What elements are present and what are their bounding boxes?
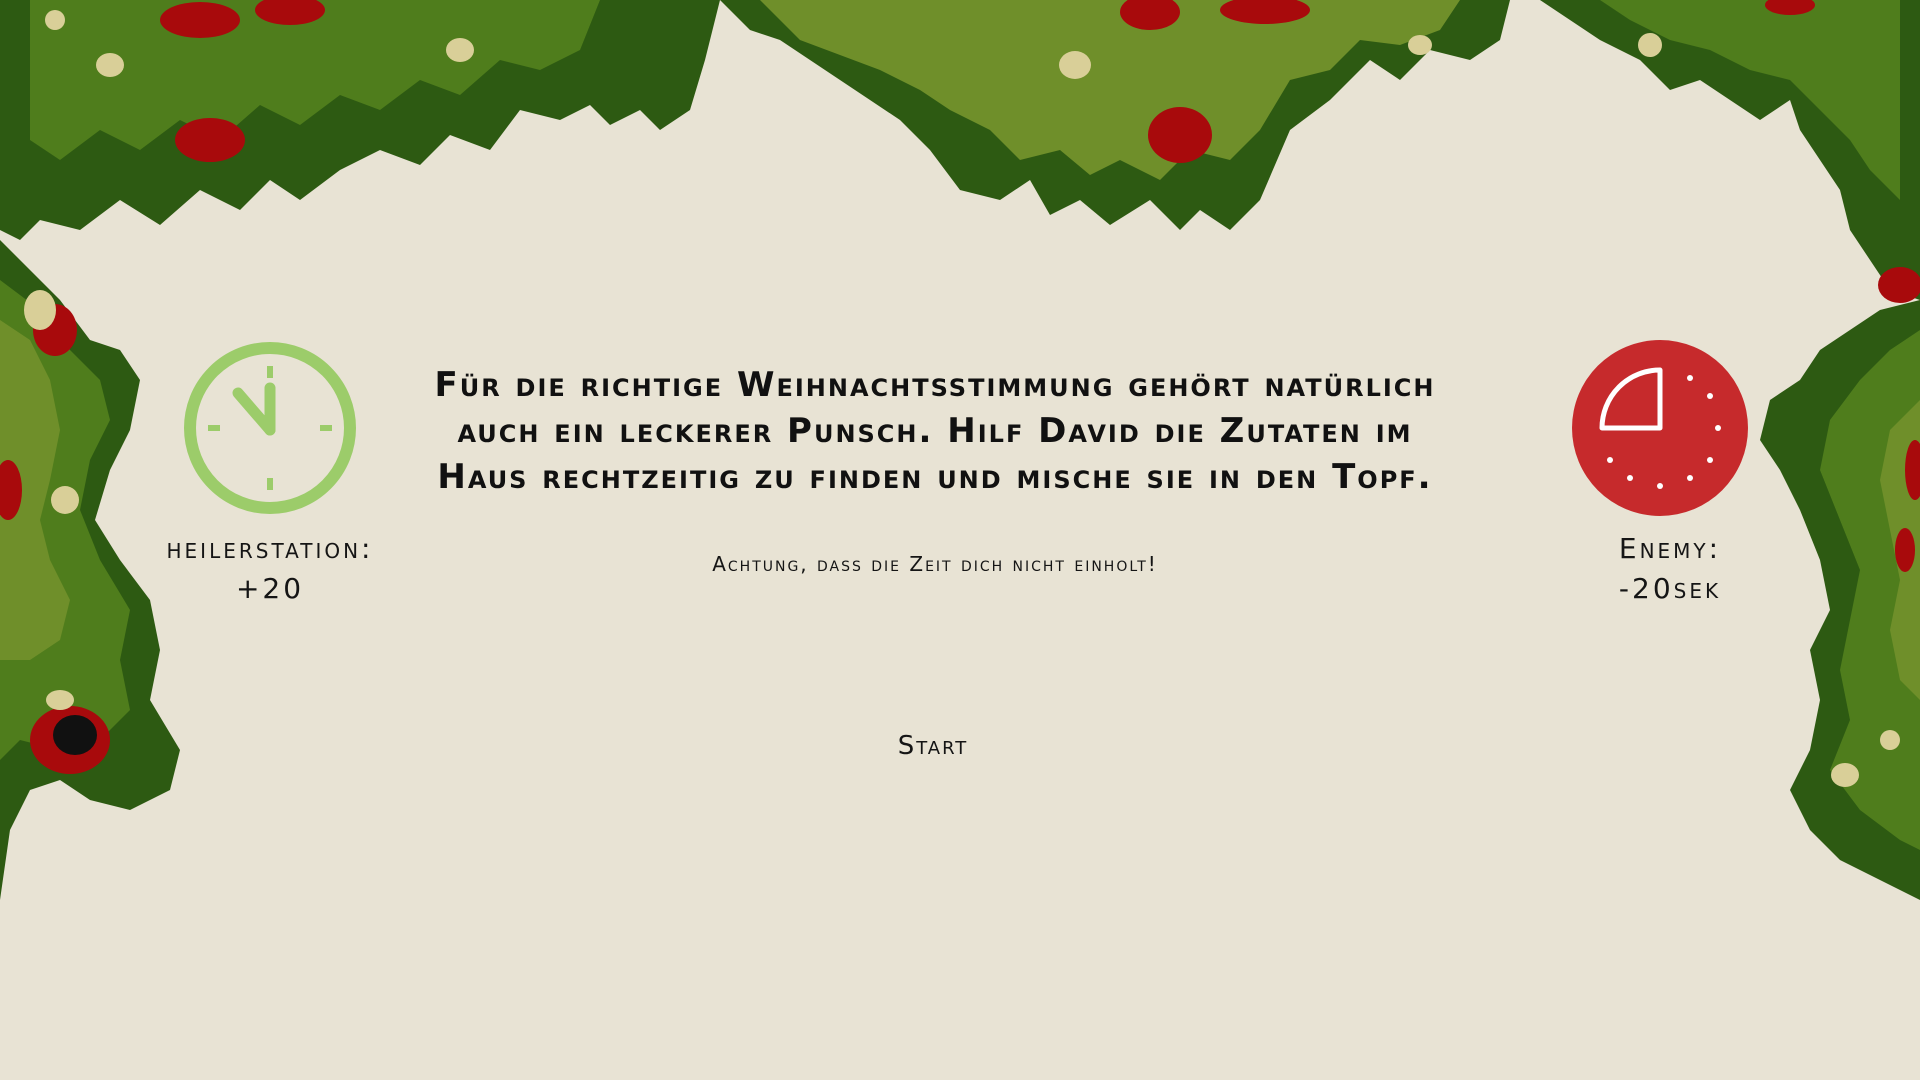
enemy-value: -20sek [1618, 572, 1722, 605]
green-clock-icon [184, 342, 356, 514]
start-button[interactable]: Start [860, 726, 1006, 766]
heal-station-label: heilerstation: [166, 532, 374, 565]
heal-station-value: +20 [235, 572, 305, 605]
left-garland [0, 240, 180, 900]
time-warning: Achtung, dass die Zeit dich nicht einhol… [712, 552, 1158, 576]
enemy-label: Enemy: [1618, 532, 1722, 565]
story-text: Für die richtige Weihnachtsstimmung gehö… [434, 365, 1436, 497]
red-clock-icon [1572, 340, 1748, 516]
top-garland [0, 0, 1920, 300]
